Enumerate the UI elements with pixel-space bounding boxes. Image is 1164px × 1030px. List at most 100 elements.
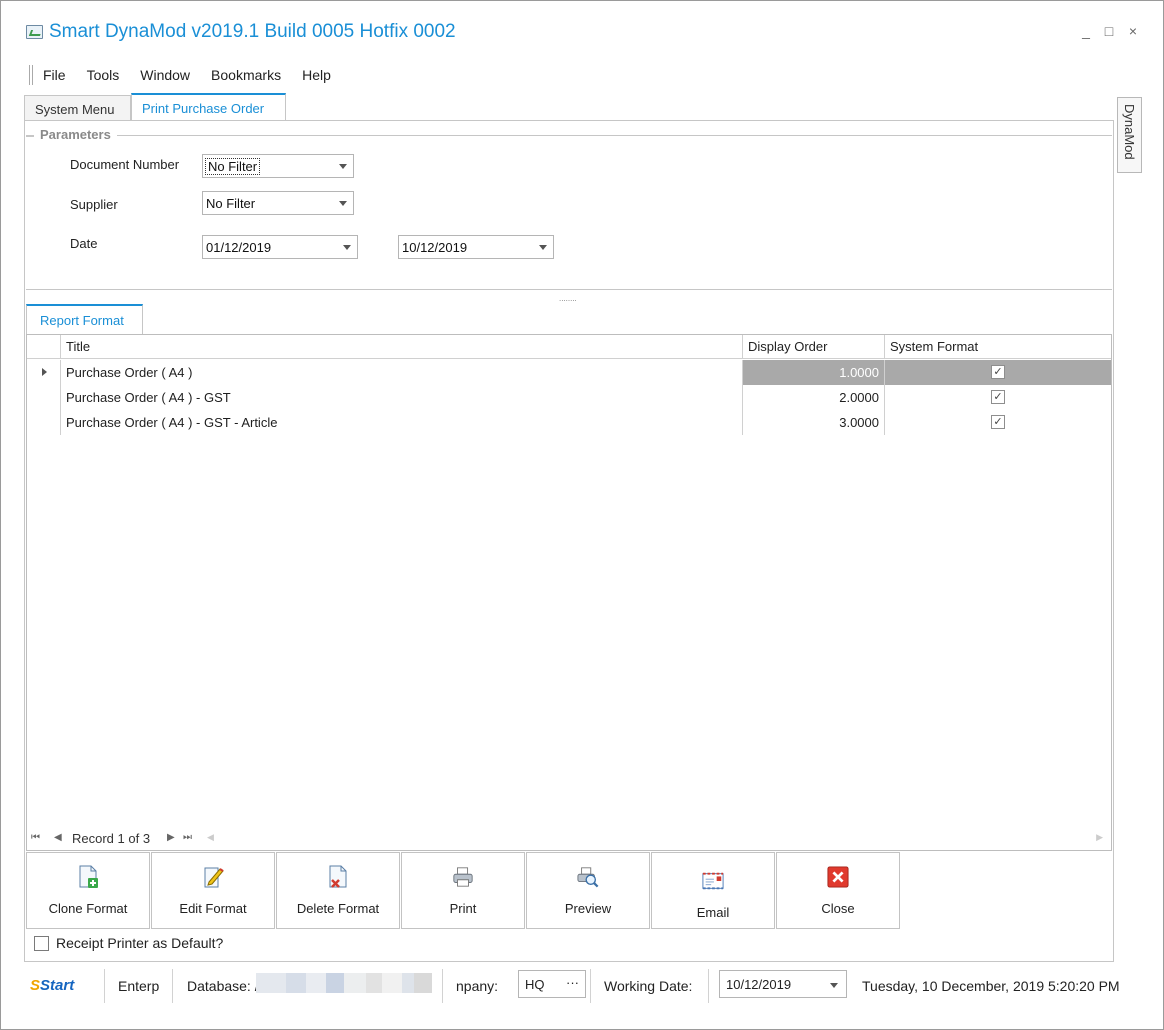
menu-bookmarks[interactable]: Bookmarks [211, 67, 281, 83]
row-indicator [27, 360, 61, 385]
print-button[interactable]: Print [401, 852, 525, 929]
print-preview-icon [577, 867, 599, 888]
splitter-handle[interactable]: ........ [559, 294, 577, 303]
printer-icon [453, 867, 473, 887]
row-indicator [27, 410, 61, 435]
edit-format-button[interactable]: Edit Format [151, 852, 275, 929]
parameters-legend: Parameters [26, 127, 117, 142]
row-indicator [27, 385, 61, 410]
document-number-label: Document Number [70, 157, 180, 172]
side-tab-dynamod[interactable]: DynaMod [1117, 97, 1142, 173]
status-separator [590, 969, 591, 1003]
system-format-checkbox[interactable]: ✓ [991, 415, 1005, 429]
start-logo-mark: S [30, 977, 41, 994]
email-button[interactable]: Email [651, 852, 775, 929]
side-tab-label: DynaMod [1122, 104, 1137, 160]
clone-format-button[interactable]: Clone Format [26, 852, 150, 929]
prev-record-icon[interactable]: ◀ [54, 832, 62, 843]
tab-report-format[interactable]: Report Format [26, 304, 143, 334]
chevron-down-icon[interactable] [339, 201, 347, 206]
status-separator [442, 969, 443, 1003]
start-logo-text: Start [40, 977, 75, 994]
receipt-printer-label: Receipt Printer as Default? [56, 935, 224, 951]
system-format-checkbox[interactable]: ✓ [991, 390, 1005, 404]
chevron-down-icon[interactable] [539, 245, 547, 250]
first-record-icon[interactable]: ⏮ [31, 832, 40, 843]
table-row[interactable]: Purchase Order ( A4 ) 1.0000 ✓ [27, 360, 1111, 385]
cell-system-format[interactable]: ✓ [885, 410, 1111, 435]
database-name-redacted [256, 973, 432, 993]
last-record-icon[interactable]: ⏭ [183, 832, 192, 843]
parameters-group: Parameters Document Number No Filter Sup… [26, 127, 1112, 290]
date-to-value: 10/12/2019 [402, 240, 468, 255]
company-value: HQ [525, 977, 545, 992]
menu-window[interactable]: Window [140, 67, 190, 83]
system-format-checkbox[interactable]: ✓ [991, 365, 1005, 379]
date-to-picker[interactable]: 10/12/2019 [398, 235, 554, 259]
menu-file[interactable]: File [43, 67, 66, 83]
checkbox-unchecked[interactable] [34, 935, 49, 951]
chevron-down-icon[interactable] [339, 164, 347, 169]
tab-system-menu[interactable]: System Menu [24, 95, 131, 121]
cell-display-order[interactable]: 3.0000 [743, 410, 885, 435]
date-from-picker[interactable]: 01/12/2019 [202, 235, 358, 259]
table-row[interactable]: Purchase Order ( A4 ) - GST - Article 3.… [27, 410, 1111, 435]
scroll-right-icon[interactable]: ▶ [1096, 832, 1103, 843]
cell-title[interactable]: Purchase Order ( A4 ) - GST [61, 385, 743, 410]
email-label: Email [696, 905, 730, 920]
cell-display-order[interactable]: 2.0000 [743, 385, 885, 410]
chevron-down-icon[interactable] [343, 245, 351, 250]
scroll-left-icon[interactable]: ◀ [207, 832, 214, 843]
receipt-printer-checkbox[interactable]: Receipt Printer as Default? [34, 935, 223, 951]
start-logo[interactable]: SStart [30, 977, 74, 994]
close-button[interactable]: Close [776, 852, 900, 929]
print-label: Print [449, 901, 477, 916]
minimize-button[interactable]: _ [1079, 23, 1093, 39]
report-format-grid: Title Display Order System Format Purcha… [26, 334, 1112, 851]
more-icon[interactable]: ··· [566, 975, 579, 990]
cell-system-format[interactable]: ✓ [885, 385, 1111, 410]
column-header-display-order[interactable]: Display Order [743, 335, 885, 359]
close-label: Close [821, 901, 855, 916]
grid-corner [27, 335, 61, 359]
date-label: Date [70, 236, 98, 251]
edition-text: Enterp [118, 978, 160, 994]
working-date-value: 10/12/2019 [726, 977, 792, 992]
next-record-icon[interactable]: ▶ [167, 832, 175, 843]
status-bar: SStart Enterp Database: / npany: HQ ··· … [24, 965, 1134, 1007]
cell-display-order[interactable]: 1.0000 [743, 360, 885, 385]
company-selector[interactable]: HQ ··· [518, 970, 586, 998]
envelope-icon [702, 872, 724, 890]
cell-title[interactable]: Purchase Order ( A4 ) - GST - Article [61, 410, 743, 435]
clone-format-label: Clone Format [48, 901, 128, 916]
delete-format-button[interactable]: Delete Format [276, 852, 400, 929]
app-window: Smart DynaMod v2019.1 Build 0005 Hotfix … [0, 0, 1164, 1030]
cell-title[interactable]: Purchase Order ( A4 ) [61, 360, 743, 385]
window-title: Smart DynaMod v2019.1 Build 0005 Hotfix … [49, 21, 456, 42]
chevron-down-icon[interactable] [830, 983, 838, 988]
maximize-button[interactable]: □ [1102, 23, 1116, 39]
close-window-button[interactable]: × [1126, 23, 1140, 39]
preview-button[interactable]: Preview [526, 852, 650, 929]
working-date-picker[interactable]: 10/12/2019 [719, 970, 847, 998]
menu-grip[interactable] [29, 65, 33, 85]
delete-document-icon [329, 865, 347, 888]
cell-system-format[interactable]: ✓ [885, 360, 1111, 385]
menu-tools[interactable]: Tools [87, 67, 120, 83]
clone-document-icon [79, 865, 98, 888]
column-header-system-format[interactable]: System Format [885, 335, 1111, 359]
main-panel: Parameters Document Number No Filter Sup… [24, 120, 1114, 962]
table-row[interactable]: Purchase Order ( A4 ) - GST 2.0000 ✓ [27, 385, 1111, 410]
menu-help[interactable]: Help [302, 67, 331, 83]
supplier-combo[interactable]: No Filter [202, 191, 354, 215]
database-label: Database: / [187, 978, 259, 994]
status-separator [172, 969, 173, 1003]
row-pointer-icon [42, 368, 47, 376]
column-header-title[interactable]: Title [61, 335, 743, 359]
tab-print-purchase-order[interactable]: Print Purchase Order [131, 93, 286, 121]
supplier-value: No Filter [206, 196, 256, 211]
current-datetime: Tuesday, 10 December, 2019 5:20:20 PM [862, 978, 1120, 994]
record-navigator: ⏮ ◀ Record 1 of 3 ▶ ⏭ ◀ ▶ [27, 828, 1111, 850]
document-number-combo[interactable]: No Filter [202, 154, 354, 178]
delete-format-label: Delete Format [296, 901, 380, 916]
